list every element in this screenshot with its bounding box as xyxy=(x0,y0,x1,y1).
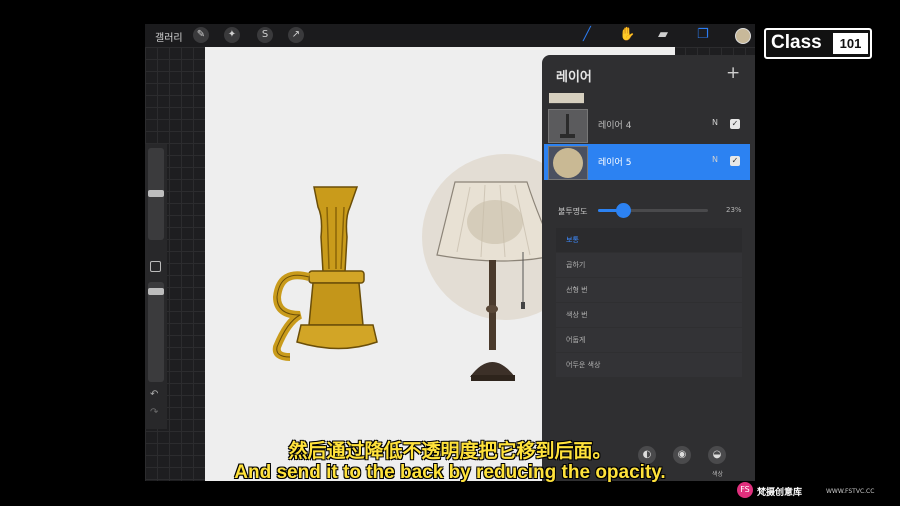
subtitle-chinese: 然后通过降低不透明度把它移到后面。 xyxy=(288,440,612,462)
blend-mode-list: 보통 곱하기 선형 번 색상 번 어둡게 어두운 색상 xyxy=(556,228,742,378)
selection-icon[interactable]: S xyxy=(257,27,273,43)
opacity-handle[interactable] xyxy=(616,203,632,218)
eraser-icon[interactable]: ▰ xyxy=(658,27,668,43)
procreate-app: 갤러리 ✎ ✦ S ↗ ╱ ✋ ▰ ❐ ↶ ↷ 레이어 + 레이어 4 N ✓ … xyxy=(145,24,755,481)
blend-option-multiply[interactable]: 곱하기 xyxy=(556,253,742,277)
blend-option-darken[interactable]: 어둡게 xyxy=(556,328,742,352)
brush-opacity-slider[interactable] xyxy=(148,282,164,382)
redo-icon[interactable]: ↷ xyxy=(150,407,158,418)
watermark-url: WWW.FSTVC.CC xyxy=(826,488,875,495)
blend-option-darker-color[interactable]: 어두운 색상 xyxy=(556,353,742,377)
visibility-checkbox[interactable]: ✓ xyxy=(730,119,740,129)
layer-thumb-partial xyxy=(549,93,584,104)
blend-mode-indicator[interactable]: N xyxy=(712,118,718,127)
blend-mode-indicator[interactable]: N xyxy=(712,155,718,164)
opacity-slider[interactable] xyxy=(598,203,708,218)
eyedropper-button[interactable] xyxy=(150,261,161,272)
blend-option-linear-burn[interactable]: 선형 번 xyxy=(556,278,742,302)
layer-thumbnail xyxy=(548,146,588,180)
wrench-icon[interactable]: ✎ xyxy=(193,27,209,43)
watermark-logo-icon: FS xyxy=(737,482,753,498)
panel-title: 레이어 xyxy=(556,70,592,85)
visibility-checkbox[interactable]: ✓ xyxy=(730,156,740,166)
layer-row-4[interactable]: 레이어 4 N ✓ xyxy=(544,107,750,143)
subtitle-english: And send it to the back by reducing the … xyxy=(234,462,666,483)
watermark-name: 梵摄创意库 xyxy=(757,488,803,498)
layer-name: 레이어 5 xyxy=(598,158,632,168)
opacity-label: 불투명도 xyxy=(558,207,588,216)
class101-logo: Class 101 xyxy=(764,28,872,59)
brush-size-slider[interactable] xyxy=(148,148,164,240)
opacity-value: 23% xyxy=(726,206,742,214)
top-toolbar: 갤러리 ✎ ✦ S ↗ ╱ ✋ ▰ ❐ xyxy=(145,24,755,47)
brush-opacity-handle[interactable] xyxy=(148,288,164,295)
transform-arrow-icon[interactable]: ↗ xyxy=(288,27,304,43)
candle-holder-illustration xyxy=(272,186,378,361)
layers-icon[interactable]: ❐ xyxy=(697,27,709,43)
left-sidebar: ↶ ↷ xyxy=(145,144,167,429)
brush-size-handle[interactable] xyxy=(148,190,164,197)
add-layer-button[interactable]: + xyxy=(726,63,740,83)
logo-word: Class xyxy=(771,32,822,53)
blend-option-normal[interactable]: 보통 xyxy=(556,228,742,252)
layer-thumbnail xyxy=(548,109,588,143)
undo-icon[interactable]: ↶ xyxy=(150,389,158,400)
blend-option-color-burn[interactable]: 색상 번 xyxy=(556,303,742,327)
gallery-button[interactable]: 갤러리 xyxy=(155,29,183,44)
color-picker[interactable] xyxy=(735,28,751,44)
logo-number: 101 xyxy=(833,33,868,54)
layer-row-5[interactable]: 레이어 5 N ✓ xyxy=(544,144,750,180)
layer-name: 레이어 4 xyxy=(598,121,632,131)
brush-icon[interactable]: ╱ xyxy=(583,27,591,43)
layers-panel: 레이어 + 레이어 4 N ✓ 레이어 5 N ✓ 불투명도 23% 보통 곱하… xyxy=(542,55,755,481)
smudge-icon[interactable]: ✋ xyxy=(619,27,635,43)
magic-wand-icon[interactable]: ✦ xyxy=(224,27,240,43)
